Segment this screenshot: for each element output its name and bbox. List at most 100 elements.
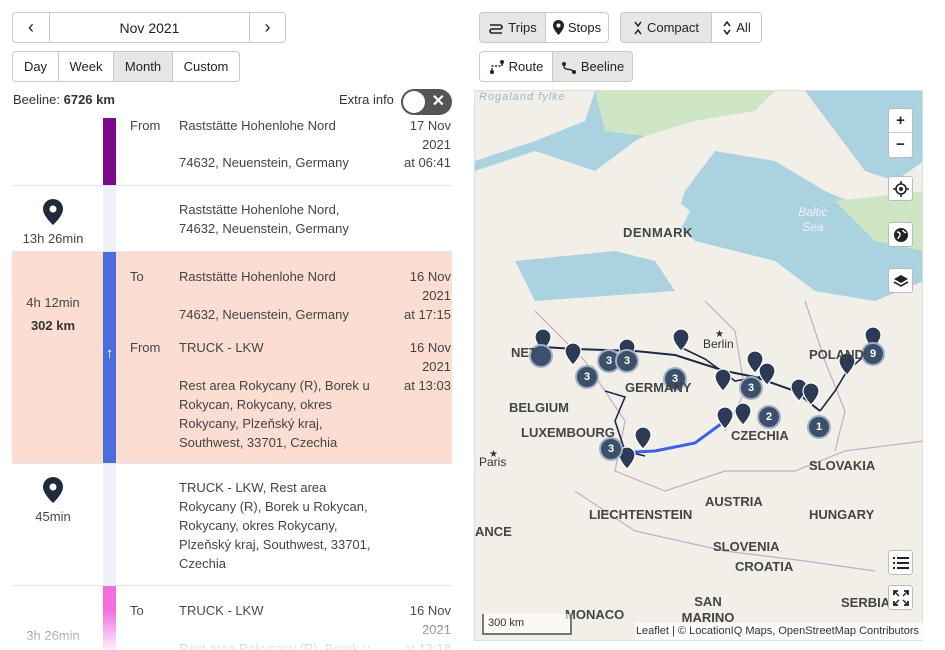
- extra-info-label: Extra info: [339, 92, 394, 107]
- timeline-row-from[interactable]: From Raststätte Hohenlohe Nord 74632, Ne…: [12, 118, 452, 186]
- locate-button[interactable]: [888, 176, 913, 201]
- map-label-denmark: DENMARK: [623, 225, 693, 240]
- trips-icon: [489, 23, 504, 34]
- map-label-belgium: BELGIUM: [509, 400, 569, 415]
- list-button[interactable]: [888, 550, 913, 575]
- timeline-stop[interactable]: 45min TRUCK - LKW, Rest area Rokycany (R…: [12, 464, 452, 586]
- from-place: TRUCK - LKW: [179, 340, 264, 355]
- from-label: From: [130, 118, 161, 133]
- cluster-marker[interactable]: 3: [599, 437, 623, 461]
- all-toggle-button[interactable]: All: [711, 12, 762, 43]
- timeline-trip[interactable]: ↑ 4h 12min 302 km To Raststätte Hohenloh…: [12, 252, 452, 464]
- map-label-baltic-sea: Baltic Sea: [798, 205, 828, 234]
- map-label-san-marino: SAN MARINO: [681, 594, 735, 625]
- compact-toggle-button[interactable]: Compact: [620, 12, 712, 43]
- tab-month[interactable]: Month: [113, 51, 173, 82]
- map-label-slovakia: SLOVAKIA: [809, 458, 876, 473]
- compress-icon: [634, 21, 642, 34]
- date: 17 Nov 2021: [409, 118, 451, 152]
- track-bar: [103, 464, 116, 585]
- trip-duration: 4h 12min: [26, 295, 80, 310]
- fullscreen-button[interactable]: [888, 585, 913, 610]
- timeline-trip[interactable]: 3h 26min To TRUCK - LKW Rest area Rokyca…: [12, 586, 452, 650]
- cluster-marker[interactable]: 2: [757, 405, 781, 429]
- from-label: From: [130, 340, 161, 355]
- trip-duration: 3h 26min: [26, 628, 80, 643]
- fullscreen-icon: [892, 589, 909, 606]
- map-attribution[interactable]: Leaflet | © LocationIQ Maps, OpenStreetM…: [635, 623, 923, 640]
- to-place: Raststätte Hohenlohe Nord: [179, 269, 336, 284]
- place-address: 74632, Neuenstein, Germany: [179, 155, 349, 170]
- track-bar: [103, 186, 116, 251]
- globe-icon: [893, 227, 908, 242]
- map-pin-icon: [43, 199, 63, 225]
- locate-icon: [892, 180, 909, 197]
- to-label: To: [130, 603, 144, 618]
- stop-duration: 13h 26min: [22, 231, 84, 246]
- map-label-germany: GERMANY: [625, 380, 692, 395]
- map-label-rogaland: Rogaland fylke: [479, 91, 566, 103]
- map-label-luxembourg: LUXEMBOURG: [521, 425, 615, 440]
- tab-week[interactable]: Week: [58, 51, 114, 82]
- place-name: Raststätte Hohenlohe Nord: [179, 118, 336, 133]
- cluster-marker[interactable]: 3: [615, 349, 639, 373]
- toggle-knob: [403, 91, 425, 113]
- next-month-button[interactable]: ›: [249, 12, 286, 43]
- month-display[interactable]: Nov 2021: [49, 12, 250, 43]
- cluster-marker[interactable]: 1: [807, 415, 831, 439]
- stops-label: Stops: [567, 20, 602, 35]
- to-label: To: [130, 269, 144, 284]
- map-label-paris: Paris: [479, 455, 507, 469]
- tab-custom[interactable]: Custom: [172, 51, 240, 82]
- to-time: at 13:18: [404, 641, 451, 650]
- cluster-marker[interactable]: 9: [861, 342, 885, 366]
- map-label-croatia: CROATIA: [735, 559, 794, 574]
- route-label: Route: [508, 59, 544, 74]
- map-label-netherlands: NETHERLANDS: [511, 345, 537, 360]
- map-label-monaco: MONACO: [565, 607, 625, 622]
- map-pin-icon: [552, 20, 564, 35]
- list-icon: [892, 556, 909, 569]
- to-date: 16 Nov 2021: [409, 269, 451, 303]
- zoom-control: + −: [888, 108, 913, 158]
- extra-info-toggle[interactable]: ✕: [401, 89, 452, 115]
- stops-toggle-button[interactable]: Stops: [545, 12, 609, 43]
- route-icon: [489, 59, 504, 74]
- layers-icon: [893, 274, 908, 287]
- cluster-marker[interactable]: 3: [575, 365, 599, 389]
- route-toggle-button[interactable]: Route: [479, 51, 553, 82]
- layers-button[interactable]: [888, 268, 913, 293]
- map-label-serbia: SERBIA: [841, 595, 891, 610]
- stop-duration: 45min: [35, 509, 71, 524]
- map-label-france: ANCE: [475, 524, 512, 539]
- beeline-summary: Beeline: 6726 km: [13, 92, 115, 107]
- map-label-hungary: HUNGARY: [809, 507, 875, 522]
- to-date: 16 Nov 2021: [409, 603, 451, 637]
- stop-place: Raststätte Hohenlohe Nord, 74632, Neuens…: [179, 202, 349, 236]
- trip-color-bar: [103, 586, 116, 650]
- from-date: 16 Nov 2021: [409, 340, 451, 374]
- to-address: 74632, Neuenstein, Germany: [179, 307, 349, 322]
- from-time: at 13:03: [404, 378, 451, 393]
- globe-button[interactable]: [888, 222, 913, 247]
- cluster-marker[interactable]: 3: [739, 376, 763, 400]
- zoom-out-button[interactable]: −: [889, 133, 912, 157]
- trips-toggle-button[interactable]: Trips: [479, 12, 546, 43]
- map-pin-icon: [43, 477, 63, 503]
- map-view[interactable]: ★ ★ 3 3 3 3 2 3 9 1 3 Rogaland fylke DEN…: [474, 90, 923, 641]
- map-label-berlin: Berlin: [703, 337, 734, 351]
- trip-timeline: From Raststätte Hohenlohe Nord 74632, Ne…: [12, 118, 452, 650]
- zoom-in-button[interactable]: +: [889, 109, 912, 133]
- stop-place: TRUCK - LKW, Rest area Rokycany (R), Bor…: [179, 480, 371, 571]
- arrow-up-icon: ↑: [105, 345, 114, 362]
- trip-color-bar: [103, 118, 116, 185]
- from-address: Rest area Rokycany (R), Borek u Rokycan,…: [179, 378, 370, 450]
- map-label-liechtenstein: LIECHTENSTEIN: [589, 507, 693, 522]
- all-label: All: [736, 20, 751, 35]
- beeline-summary-value: 6726 km: [63, 92, 115, 107]
- tab-day[interactable]: Day: [12, 51, 59, 82]
- beeline-toggle-button[interactable]: Beeline: [552, 51, 633, 82]
- timeline-stop[interactable]: 13h 26min Raststätte Hohenlohe Nord, 746…: [12, 186, 452, 252]
- prev-month-button[interactable]: ‹: [12, 12, 50, 43]
- to-address: Rest area Rokycany (R), Borek u: [179, 641, 370, 650]
